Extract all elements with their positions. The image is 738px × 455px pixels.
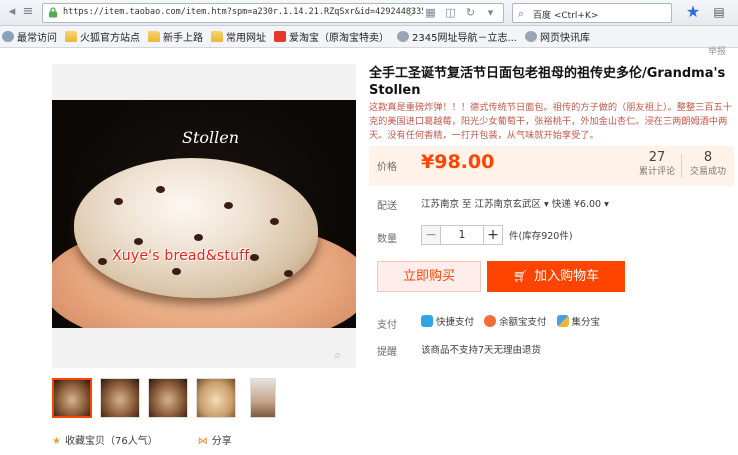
photo-watermark: Xuye's bread&stuff <box>112 248 250 264</box>
taobao-icon <box>274 31 286 42</box>
quantity-increment-button[interactable]: + <box>483 225 503 245</box>
reload-icon[interactable]: ↻ <box>464 6 477 19</box>
thumbnail-1[interactable] <box>52 378 92 418</box>
quantity-stepper: − 1 + 件(库存920件) <box>421 225 573 245</box>
search-input[interactable]: ⌕ 百度 <Ctrl+K> <box>512 3 672 23</box>
yuebao-icon <box>484 315 497 327</box>
pay-method-jifenbao[interactable]: 集分宝 <box>556 314 600 328</box>
delivery-selector[interactable]: 江苏南京 至 江苏南京玄武区 ▾ 快递 ¥6.00 ▾ <box>421 196 609 210</box>
bookmark-most-visited[interactable]: 最常访问 <box>2 29 57 44</box>
quantity-input[interactable]: 1 <box>441 225 483 245</box>
folder-icon <box>148 31 160 42</box>
reviews-stat[interactable]: 27 累计评论 <box>633 150 681 179</box>
main-product-image[interactable]: Stollen Xuye's bread&stuff <box>52 100 356 328</box>
gear-icon <box>2 31 14 42</box>
dropdown-icon[interactable]: ▾ <box>484 6 497 19</box>
folder-icon <box>65 31 77 42</box>
product-description: 这款真是重磅炸弹！！！德式传统节日面包。祖传的方子做的（朋友祖上）。整整三百五十… <box>369 102 732 141</box>
price-label: 价格 <box>377 162 397 173</box>
delivery-label: 配送 <box>377 201 397 212</box>
url-text: https://item.taobao.com/item.htm?spm=a23… <box>63 7 423 17</box>
price-value: ¥98.00 <box>421 151 495 173</box>
favorite-button[interactable]: ★ 收藏宝贝（76人气） <box>52 432 158 447</box>
pay-method-quick[interactable]: 快捷支付 <box>421 314 474 328</box>
thumbnail-strip <box>52 378 276 418</box>
lock-icon <box>49 7 57 18</box>
reminder-text: 该商品不支持7天无理由退货 <box>421 345 542 356</box>
bookmark-getting-started[interactable]: 新手上路 <box>148 29 203 44</box>
thumbnail-3[interactable] <box>148 378 188 418</box>
quantity-label: 数量 <box>377 234 397 245</box>
cart-icon: 🛒︎ <box>512 269 529 283</box>
globe-icon <box>525 31 537 42</box>
split-view-icon[interactable]: ◫ <box>444 6 457 19</box>
back-icon[interactable]: ◂ <box>4 4 20 20</box>
share-button[interactable]: ⋈ 分享 <box>198 432 232 447</box>
price-panel: 价格 ¥98.00 27 累计评论 8 交易成功 <box>369 146 734 186</box>
bookmark-web-slices[interactable]: 网页快讯库 <box>525 29 590 44</box>
bookmark-firefox-official[interactable]: 火狐官方站点 <box>65 29 140 44</box>
stollen-loaf <box>74 158 318 298</box>
toolbar-menu-icon[interactable]: ▤ <box>711 4 727 20</box>
globe-icon <box>397 31 409 42</box>
search-engine-label: 百度 <Ctrl+K> <box>533 11 599 21</box>
stock-text: 件(库存920件) <box>509 231 573 242</box>
quick-pay-icon <box>421 315 433 327</box>
zoom-icon[interactable]: ⌕ <box>334 348 341 363</box>
photo-label: Stollen <box>182 128 240 147</box>
share-icon: ⋈ <box>197 436 208 447</box>
bookmark-common-sites[interactable]: 常用网址 <box>211 29 266 44</box>
thumbnail-2[interactable] <box>100 378 140 418</box>
reminder-label: 提醒 <box>377 347 397 358</box>
pay-method-yuebao[interactable]: 余额宝支付 <box>484 314 547 328</box>
jifenbao-icon <box>556 315 569 327</box>
report-link[interactable]: 举报 <box>708 44 726 57</box>
product-title: 全手工圣诞节复活节日面包老祖母的祖传史多伦/Grandma's Stollen <box>369 66 726 98</box>
qr-code-icon[interactable]: ▦ <box>424 6 437 19</box>
payment-methods: 快捷支付 余额宝支付 集分宝 <box>421 314 600 328</box>
product-page: 举报 Stollen Xuye's bread&stuff ⌕ ★ 收藏宝贝（76… <box>0 47 738 455</box>
star-icon: ★ <box>52 436 61 447</box>
thumbnail-4[interactable] <box>196 378 236 418</box>
folder-icon <box>211 31 223 42</box>
sales-stat: 8 交易成功 <box>689 150 726 177</box>
address-toolbar: ◂ ≡ https://item.taobao.com/item.htm?spm… <box>0 0 738 26</box>
stat-divider <box>681 154 682 178</box>
buy-now-button[interactable]: 立即购买 <box>377 261 481 292</box>
shield-icon[interactable]: ⛉ <box>404 6 417 19</box>
bookmarks-bar: 最常访问 火狐官方站点 新手上路 常用网址 爱淘宝（原淘宝特卖） 2345网址导… <box>0 26 738 48</box>
bookmark-ai-taobao[interactable]: 爱淘宝（原淘宝特卖） <box>274 29 389 44</box>
bookmark-star-icon[interactable]: ★ <box>684 3 702 21</box>
favorite-share-row: ★ 收藏宝贝（76人气） ⋈ 分享 <box>52 432 232 447</box>
quantity-decrement-button[interactable]: − <box>421 225 441 245</box>
url-field[interactable]: https://item.taobao.com/item.htm?spm=a23… <box>42 3 504 23</box>
payment-label: 支付 <box>377 320 397 331</box>
add-to-cart-button[interactable]: 🛒︎ 加入购物车 <box>487 261 625 292</box>
bookmark-2345-nav[interactable]: 2345网址导航－立志... <box>397 29 517 44</box>
thumbnail-5[interactable] <box>250 378 276 418</box>
search-icon: ⌕ <box>518 7 525 20</box>
menu-grid-icon[interactable]: ≡ <box>20 4 36 20</box>
